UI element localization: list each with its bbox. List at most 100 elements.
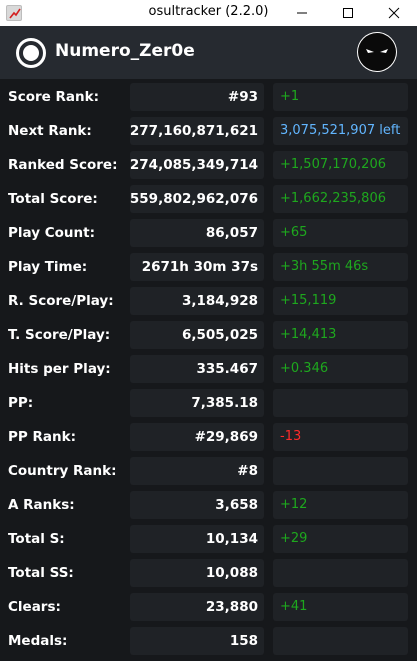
stat-delta: +41 [280,599,308,614]
stat-label: Next Rank: [8,123,92,139]
stat-value-box: 158 [130,627,264,655]
stat-value-box: 335.467 [130,355,264,383]
stat-label: R. Score/Play: [8,293,114,309]
stat-delta: +0.346 [280,361,329,376]
stat-delta: +1,662,235,806 [280,191,386,206]
stat-row: PP: 7,385.18 [0,389,417,417]
stat-value: 6,505,025 [181,327,258,343]
stat-row: T. Score/Play: 6,505,025 +14,413 [0,321,417,349]
stat-row: Next Rank: 277,160,871,621 3,075,521,907 l… [0,117,417,145]
stat-value-box: #8 [130,457,264,485]
stat-label: Ranked Score: [8,157,118,173]
stat-value: 3,184,928 [181,293,258,309]
stat-value: 559,802,962,076 [129,191,258,207]
stat-label: Play Time: [8,259,88,275]
stat-label: Total S: [8,531,65,547]
stat-value: 277,160,871,621 [129,123,258,139]
stat-row: Play Time: 2671h 30m 37s +3h 55m 46s [0,253,417,281]
stat-value-box: #29,869 [130,423,264,451]
stat-value: 2671h 30m 37s [141,259,258,275]
stat-label: Play Count: [8,225,95,241]
stat-delta: +29 [280,531,308,546]
stat-label: Medals: [8,633,68,649]
stat-value-box: 274,085,349,714 [130,151,264,179]
stat-value-box: 7,385.18 [130,389,264,417]
stat-label: Total SS: [8,565,74,581]
stat-delta-box: +15,119 [273,287,408,315]
stat-value-box: 277,160,871,621 [130,117,264,145]
shadow-face-avatar-icon[interactable] [357,32,397,72]
minimize-icon [297,12,307,14]
minimize-button[interactable] [279,0,325,26]
stat-delta-box: +1,662,235,806 [273,185,408,213]
stat-delta: +15,119 [280,293,337,308]
stat-value: 7,385.18 [191,395,258,411]
stat-delta-box [273,457,408,485]
stat-delta-box: +29 [273,525,408,553]
stat-label: PP Rank: [8,429,76,445]
stat-value-box: #93 [130,83,264,111]
stat-row: Country Rank: #8 [0,457,417,485]
stat-delta-box: +41 [273,593,408,621]
stat-value: 86,057 [205,225,258,241]
title-bar[interactable]: osultracker (2.2.0) [0,0,417,26]
stat-label: Clears: [8,599,61,615]
stat-value-box: 3,184,928 [130,287,264,315]
maximize-button[interactable] [325,0,371,26]
stat-value-box: 2671h 30m 37s [130,253,264,281]
stat-value-box: 10,134 [130,525,264,553]
stat-value: #29,869 [194,429,258,445]
stat-value: 10,088 [205,565,258,581]
stat-delta: +1,507,170,206 [280,157,386,172]
stat-delta-box: +14,413 [273,321,408,349]
stat-delta: +1 [280,89,300,104]
stat-value: #8 [237,463,258,479]
stat-delta: +65 [280,225,308,240]
stat-value-box: 23,880 [130,593,264,621]
stat-delta-box: +12 [273,491,408,519]
stat-delta: +14,413 [280,327,337,342]
stat-delta-box: +1 [273,83,408,111]
stat-row: Medals: 158 [0,627,417,655]
username: Numero_Zer0e [55,41,195,61]
stat-label: T. Score/Play: [8,327,111,343]
stat-delta: 3,075,521,907 left [280,123,401,138]
stat-delta-box: -13 [273,423,408,451]
stat-row: A Ranks: 3,658 +12 [0,491,417,519]
stat-delta: +12 [280,497,308,512]
stat-label: A Ranks: [8,497,75,513]
stat-label: Score Rank: [8,89,100,105]
stat-value-box: 6,505,025 [130,321,264,349]
stat-label: PP: [8,395,34,411]
stat-delta-box: +0.346 [273,355,408,383]
stat-row: PP Rank: #29,869 -13 [0,423,417,451]
stat-row: Clears: 23,880 +41 [0,593,417,621]
stat-row: R. Score/Play: 3,184,928 +15,119 [0,287,417,315]
stat-value-box: 559,802,962,076 [130,185,264,213]
stat-label: Hits per Play: [8,361,111,377]
stat-value: 10,134 [205,531,258,547]
stat-value: 3,658 [215,497,258,513]
close-button[interactable] [371,0,417,26]
stat-delta-box: +1,507,170,206 [273,151,408,179]
stat-delta-box: +3h 55m 46s [273,253,408,281]
close-icon [388,7,400,19]
stat-row: Score Rank: #93 +1 [0,83,417,111]
stat-delta-box [273,559,408,587]
stat-row: Total Score: 559,802,962,076 +1,662,235,80… [0,185,417,213]
stat-value: 23,880 [205,599,258,615]
osu-circle-logo-icon [16,38,46,68]
stat-value: 335.467 [196,361,259,377]
stat-value-box: 3,658 [130,491,264,519]
stat-row: Ranked Score: 274,085,349,714 +1,507,170,2… [0,151,417,179]
stat-delta-box: 3,075,521,907 left [273,117,408,145]
stat-row: Play Count: 86,057 +65 [0,219,417,247]
stat-value: 274,085,349,714 [129,157,258,173]
stat-row: Total SS: 10,088 [0,559,417,587]
stat-label: Total Score: [8,191,98,207]
stat-row: Hits per Play: 335.467 +0.346 [0,355,417,383]
stat-delta: -13 [280,429,302,444]
stat-value-box: 10,088 [130,559,264,587]
maximize-icon [343,8,353,18]
stat-value: 158 [229,633,258,649]
